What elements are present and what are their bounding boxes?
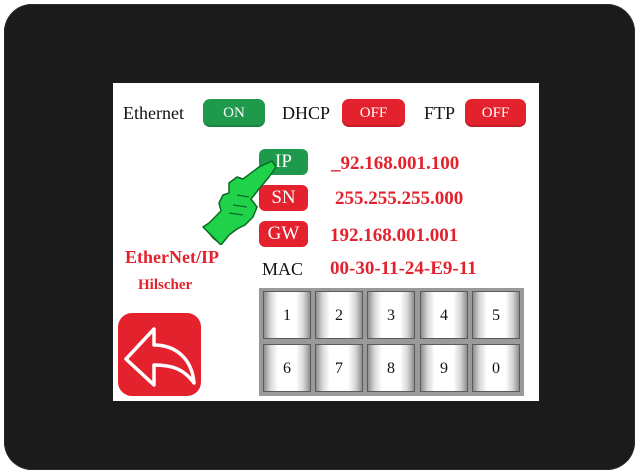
key-3[interactable]: 3 <box>367 291 415 339</box>
back-button[interactable] <box>118 313 201 396</box>
mac-value: 00-30-11-24-E9-11 <box>330 258 477 279</box>
key-8[interactable]: 8 <box>367 344 415 392</box>
dhcp-label: DHCP <box>282 103 331 123</box>
ethernet-ip-logo-text: EtherNet/IP <box>125 247 219 267</box>
mac-label: MAC <box>262 259 304 279</box>
dhcp-toggle[interactable]: OFF <box>342 99 405 127</box>
key-0[interactable]: 0 <box>472 344 520 392</box>
hmi-screen: Ethernet ON DHCP OFF FTP OFF IP _92.168.… <box>113 83 539 401</box>
ip-value[interactable]: _92.168.001.100 <box>331 153 459 175</box>
key-7[interactable]: 7 <box>315 344 363 392</box>
numeric-keypad: 1 2 3 4 5 6 7 8 9 0 <box>259 288 524 396</box>
key-9[interactable]: 9 <box>420 344 468 392</box>
key-4[interactable]: 4 <box>420 291 468 339</box>
ethernet-toggle[interactable]: ON <box>203 99 265 127</box>
pointing-hand-icon <box>202 160 277 245</box>
key-1[interactable]: 1 <box>263 291 311 339</box>
back-arrow-icon <box>124 327 196 387</box>
ethernet-label: Ethernet <box>123 103 184 123</box>
hilscher-logo-text: Hilscher <box>138 277 193 293</box>
key-2[interactable]: 2 <box>315 291 363 339</box>
key-6[interactable]: 6 <box>263 344 311 392</box>
ftp-toggle[interactable]: OFF <box>465 99 526 127</box>
sn-value[interactable]: 255.255.255.000 <box>335 188 463 210</box>
gw-value[interactable]: 192.168.001.001 <box>330 225 458 247</box>
key-5[interactable]: 5 <box>472 291 520 339</box>
ftp-label: FTP <box>424 103 456 123</box>
